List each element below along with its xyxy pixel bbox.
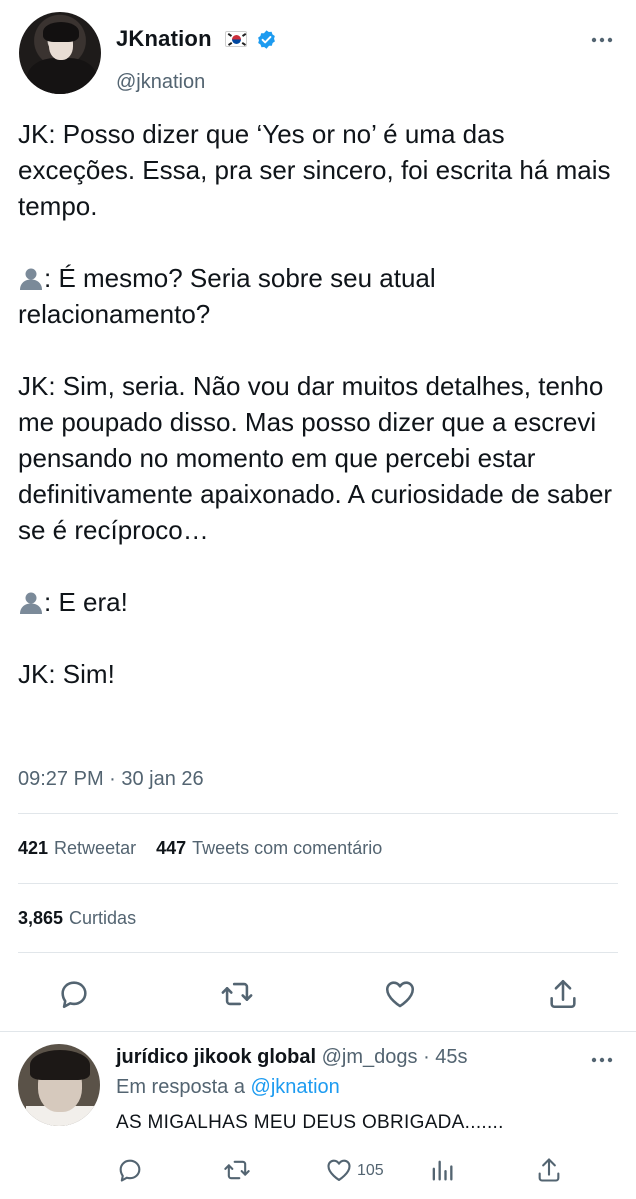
tweet-paragraph-text: : E era! (44, 587, 128, 617)
reply-action-bar: 105 (0, 1152, 636, 1192)
retweets-label: Retweetar (54, 838, 137, 858)
likes-count: 3,865 (18, 908, 64, 928)
like-icon[interactable] (325, 1156, 353, 1184)
tweet-paragraph: JK: Posso dizer que ‘Yes or no’ é uma da… (18, 119, 611, 221)
in-reply-to: Em resposta a @jknation (116, 1076, 340, 1099)
author-display-name[interactable]: JKnation (116, 26, 212, 52)
tweet-action-bar (0, 965, 636, 1021)
share-icon[interactable] (546, 977, 580, 1011)
likes-stats[interactable]: 3,865 Curtidas (18, 908, 136, 929)
divider (18, 813, 618, 814)
reply-like-count: 105 (357, 1162, 384, 1179)
reply-icon[interactable] (57, 977, 91, 1011)
reply-author-handle[interactable]: @jm_dogs (322, 1046, 418, 1068)
quotes-stat[interactable]: 447 Tweets com comentário (156, 838, 382, 858)
author-handle[interactable]: @jknation (116, 71, 205, 94)
share-icon[interactable] (535, 1156, 563, 1184)
in-reply-mention[interactable]: @jknation (251, 1076, 340, 1098)
likes-label: Curtidas (69, 908, 137, 928)
reply-author-name[interactable]: jurídico jikook global (116, 1046, 316, 1068)
like-icon[interactable] (383, 977, 417, 1011)
tweet-header: JKnation @jknation (0, 0, 636, 110)
retweet-icon[interactable] (220, 977, 254, 1011)
tweet-timestamp[interactable]: 09:27 PM · 30 jan 26 (18, 768, 204, 791)
south-korea-flag-icon (225, 31, 247, 47)
divider (18, 952, 618, 953)
reply-author-avatar[interactable] (18, 1044, 100, 1126)
author-avatar[interactable] (19, 12, 101, 94)
reply-header: jurídico jikook global @jm_dogs · 45s (116, 1046, 468, 1069)
quotes-count: 447 (156, 838, 187, 858)
retweets-stat[interactable]: 421 Retweetar (18, 838, 136, 858)
quotes-label: Tweets com comentário (192, 838, 383, 858)
tweet-paragraph: : E era! (18, 584, 623, 620)
person-silhouette-icon (18, 266, 44, 290)
more-options-icon[interactable] (590, 30, 614, 50)
analytics-icon[interactable] (428, 1156, 456, 1184)
tweet-paragraph: : É mesmo? Seria sobre seu atual relacio… (18, 260, 623, 332)
tweet-text: JK: Posso dizer que ‘Yes or no’ é uma da… (18, 116, 623, 692)
retweets-count: 421 (18, 838, 49, 858)
retweet-quote-stats: 421 Retweetar 447 Tweets com comentário (18, 838, 382, 859)
divider (0, 1031, 636, 1032)
in-reply-prefix: Em resposta a (116, 1076, 245, 1098)
reply-text: AS MIGALHAS MEU DEUS OBRIGADA....... (116, 1112, 504, 1133)
person-silhouette-icon (20, 592, 42, 614)
reply-icon[interactable] (116, 1156, 144, 1184)
tweet-paragraph-text: : É mesmo? Seria sobre seu atual relacio… (18, 263, 436, 329)
more-options-icon[interactable] (590, 1050, 614, 1070)
tweet-paragraph: JK: Sim! (18, 659, 115, 689)
reply-time: · 45s (423, 1046, 468, 1068)
tweet-paragraph: JK: Sim, seria. Não vou dar muitos detal… (18, 371, 613, 545)
verified-badge-icon (258, 30, 275, 49)
retweet-icon[interactable] (223, 1156, 251, 1184)
divider (18, 883, 618, 884)
